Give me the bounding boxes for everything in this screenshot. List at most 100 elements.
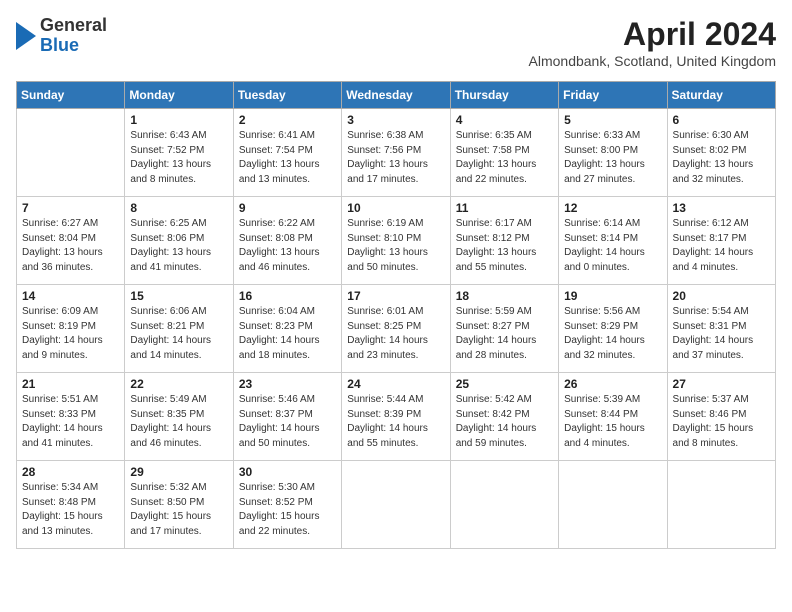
- day-number: 12: [564, 201, 661, 215]
- day-detail: Sunrise: 5:39 AMSunset: 8:44 PMDaylight:…: [564, 393, 661, 451]
- week-row: 28 Sunrise: 5:34 AMSunset: 8:48 PMDayligh…: [17, 461, 776, 549]
- logo-general-text: General: [40, 16, 107, 36]
- month-title: April 2024: [529, 16, 776, 53]
- week-row: 21Sunrise: 5:51 AMSunset: 8:33 PMDayligh…: [17, 373, 776, 461]
- calendar-cell: 10 Sunrise: 6:19 AMSunset: 8:10 PMDayligh…: [342, 197, 450, 285]
- day-detail: Sunrise: 6:06 AMSunset: 8:21 PMDaylight:…: [130, 305, 227, 363]
- day-detail: Sunrise: 6:30 AMSunset: 8:02 PMDaylight:…: [673, 129, 770, 187]
- day-number: 18: [456, 289, 553, 303]
- day-detail: Sunrise: 6:01 AMSunset: 8:25 PMDaylight:…: [347, 305, 444, 363]
- calendar-cell: 25Sunrise: 5:42 AMSunset: 8:42 PMDayligh…: [450, 373, 558, 461]
- day-number: 13: [673, 201, 770, 215]
- day-number: 24: [347, 377, 444, 391]
- calendar-cell: 6 Sunrise: 6:30 AMSunset: 8:02 PMDaylight…: [667, 109, 775, 197]
- calendar-cell: 19 Sunrise: 5:56 AMSunset: 8:29 PMDayligh…: [559, 285, 667, 373]
- day-number: 4: [456, 113, 553, 127]
- day-detail: Sunrise: 6:38 AMSunset: 7:56 PMDaylight:…: [347, 129, 444, 187]
- day-detail: Sunrise: 6:35 AMSunset: 7:58 PMDaylight:…: [456, 129, 553, 187]
- day-detail: Sunrise: 5:46 AMSunset: 8:37 PMDaylight:…: [239, 393, 336, 451]
- day-number: 1: [130, 113, 227, 127]
- day-number: 6: [673, 113, 770, 127]
- calendar-cell: 24Sunrise: 5:44 AMSunset: 8:39 PMDayligh…: [342, 373, 450, 461]
- day-number: 19: [564, 289, 661, 303]
- page-header: General Blue April 2024 Almondbank, Scot…: [16, 16, 776, 69]
- day-of-week-header: Wednesday: [342, 82, 450, 109]
- calendar-header-row: SundayMondayTuesdayWednesdayThursdayFrid…: [17, 82, 776, 109]
- calendar-cell: 14 Sunrise: 6:09 AMSunset: 8:19 PMDayligh…: [17, 285, 125, 373]
- calendar-cell: 28 Sunrise: 5:34 AMSunset: 8:48 PMDayligh…: [17, 461, 125, 549]
- day-detail: Sunrise: 5:42 AMSunset: 8:42 PMDaylight:…: [456, 393, 553, 451]
- calendar-cell: 11 Sunrise: 6:17 AMSunset: 8:12 PMDayligh…: [450, 197, 558, 285]
- day-number: 22: [130, 377, 227, 391]
- calendar-cell: 20Sunrise: 5:54 AMSunset: 8:31 PMDayligh…: [667, 285, 775, 373]
- calendar-cell: 18 Sunrise: 5:59 AMSunset: 8:27 PMDayligh…: [450, 285, 558, 373]
- location-subtitle: Almondbank, Scotland, United Kingdom: [529, 53, 776, 69]
- day-number: 8: [130, 201, 227, 215]
- day-detail: Sunrise: 6:41 AMSunset: 7:54 PMDaylight:…: [239, 129, 336, 187]
- day-number: 14: [22, 289, 119, 303]
- calendar-cell: [450, 461, 558, 549]
- day-detail: Sunrise: 6:25 AMSunset: 8:06 PMDaylight:…: [130, 217, 227, 275]
- day-of-week-header: Saturday: [667, 82, 775, 109]
- day-detail: Sunrise: 6:22 AMSunset: 8:08 PMDaylight:…: [239, 217, 336, 275]
- day-number: 16: [239, 289, 336, 303]
- calendar-cell: 8 Sunrise: 6:25 AMSunset: 8:06 PMDaylight…: [125, 197, 233, 285]
- calendar-cell: 21Sunrise: 5:51 AMSunset: 8:33 PMDayligh…: [17, 373, 125, 461]
- day-number: 7: [22, 201, 119, 215]
- day-number: 21: [22, 377, 119, 391]
- day-of-week-header: Monday: [125, 82, 233, 109]
- day-detail: Sunrise: 5:37 AMSunset: 8:46 PMDaylight:…: [673, 393, 770, 451]
- day-of-week-header: Friday: [559, 82, 667, 109]
- day-detail: Sunrise: 5:59 AMSunset: 8:27 PMDaylight:…: [456, 305, 553, 363]
- logo-blue-text: Blue: [40, 36, 107, 56]
- calendar-cell: 1Sunrise: 6:43 AMSunset: 7:52 PMDaylight…: [125, 109, 233, 197]
- day-number: 2: [239, 113, 336, 127]
- day-number: 11: [456, 201, 553, 215]
- day-detail: Sunrise: 5:30 AMSunset: 8:52 PMDaylight:…: [239, 481, 336, 539]
- day-detail: Sunrise: 6:27 AMSunset: 8:04 PMDaylight:…: [22, 217, 119, 275]
- day-number: 10: [347, 201, 444, 215]
- day-number: 28: [22, 465, 119, 479]
- day-detail: Sunrise: 6:14 AMSunset: 8:14 PMDaylight:…: [564, 217, 661, 275]
- calendar-cell: 26 Sunrise: 5:39 AMSunset: 8:44 PMDayligh…: [559, 373, 667, 461]
- calendar-cell: 5 Sunrise: 6:33 AMSunset: 8:00 PMDaylight…: [559, 109, 667, 197]
- day-detail: Sunrise: 6:09 AMSunset: 8:19 PMDaylight:…: [22, 305, 119, 363]
- week-row: 7 Sunrise: 6:27 AMSunset: 8:04 PMDaylight…: [17, 197, 776, 285]
- calendar-cell: 4 Sunrise: 6:35 AMSunset: 7:58 PMDaylight…: [450, 109, 558, 197]
- calendar-cell: 29Sunrise: 5:32 AMSunset: 8:50 PMDayligh…: [125, 461, 233, 549]
- day-number: 5: [564, 113, 661, 127]
- week-row: 14 Sunrise: 6:09 AMSunset: 8:19 PMDayligh…: [17, 285, 776, 373]
- logo-icon: [16, 22, 36, 50]
- calendar-cell: 30 Sunrise: 5:30 AMSunset: 8:52 PMDayligh…: [233, 461, 341, 549]
- calendar-cell: [342, 461, 450, 549]
- day-number: 30: [239, 465, 336, 479]
- day-detail: Sunrise: 6:33 AMSunset: 8:00 PMDaylight:…: [564, 129, 661, 187]
- day-detail: Sunrise: 5:49 AMSunset: 8:35 PMDaylight:…: [130, 393, 227, 451]
- day-detail: Sunrise: 6:12 AMSunset: 8:17 PMDaylight:…: [673, 217, 770, 275]
- day-detail: Sunrise: 6:04 AMSunset: 8:23 PMDaylight:…: [239, 305, 336, 363]
- calendar-cell: 17Sunrise: 6:01 AMSunset: 8:25 PMDayligh…: [342, 285, 450, 373]
- calendar-cell: 22 Sunrise: 5:49 AMSunset: 8:35 PMDayligh…: [125, 373, 233, 461]
- calendar-cell: 3 Sunrise: 6:38 AMSunset: 7:56 PMDaylight…: [342, 109, 450, 197]
- title-block: April 2024 Almondbank, Scotland, United …: [529, 16, 776, 69]
- day-detail: Sunrise: 5:56 AMSunset: 8:29 PMDaylight:…: [564, 305, 661, 363]
- day-of-week-header: Thursday: [450, 82, 558, 109]
- day-detail: Sunrise: 6:19 AMSunset: 8:10 PMDaylight:…: [347, 217, 444, 275]
- calendar-cell: [667, 461, 775, 549]
- day-number: 23: [239, 377, 336, 391]
- calendar-cell: 12 Sunrise: 6:14 AMSunset: 8:14 PMDayligh…: [559, 197, 667, 285]
- day-number: 26: [564, 377, 661, 391]
- calendar-cell: [559, 461, 667, 549]
- day-of-week-header: Tuesday: [233, 82, 341, 109]
- day-detail: Sunrise: 6:17 AMSunset: 8:12 PMDaylight:…: [456, 217, 553, 275]
- calendar-cell: [17, 109, 125, 197]
- calendar-cell: 2 Sunrise: 6:41 AMSunset: 7:54 PMDaylight…: [233, 109, 341, 197]
- calendar-cell: 27Sunrise: 5:37 AMSunset: 8:46 PMDayligh…: [667, 373, 775, 461]
- day-detail: Sunrise: 5:34 AMSunset: 8:48 PMDaylight:…: [22, 481, 119, 539]
- day-number: 3: [347, 113, 444, 127]
- calendar-cell: 9Sunrise: 6:22 AMSunset: 8:08 PMDaylight…: [233, 197, 341, 285]
- day-number: 15: [130, 289, 227, 303]
- day-detail: Sunrise: 5:54 AMSunset: 8:31 PMDaylight:…: [673, 305, 770, 363]
- calendar-cell: 13 Sunrise: 6:12 AMSunset: 8:17 PMDayligh…: [667, 197, 775, 285]
- logo: General Blue: [16, 16, 107, 56]
